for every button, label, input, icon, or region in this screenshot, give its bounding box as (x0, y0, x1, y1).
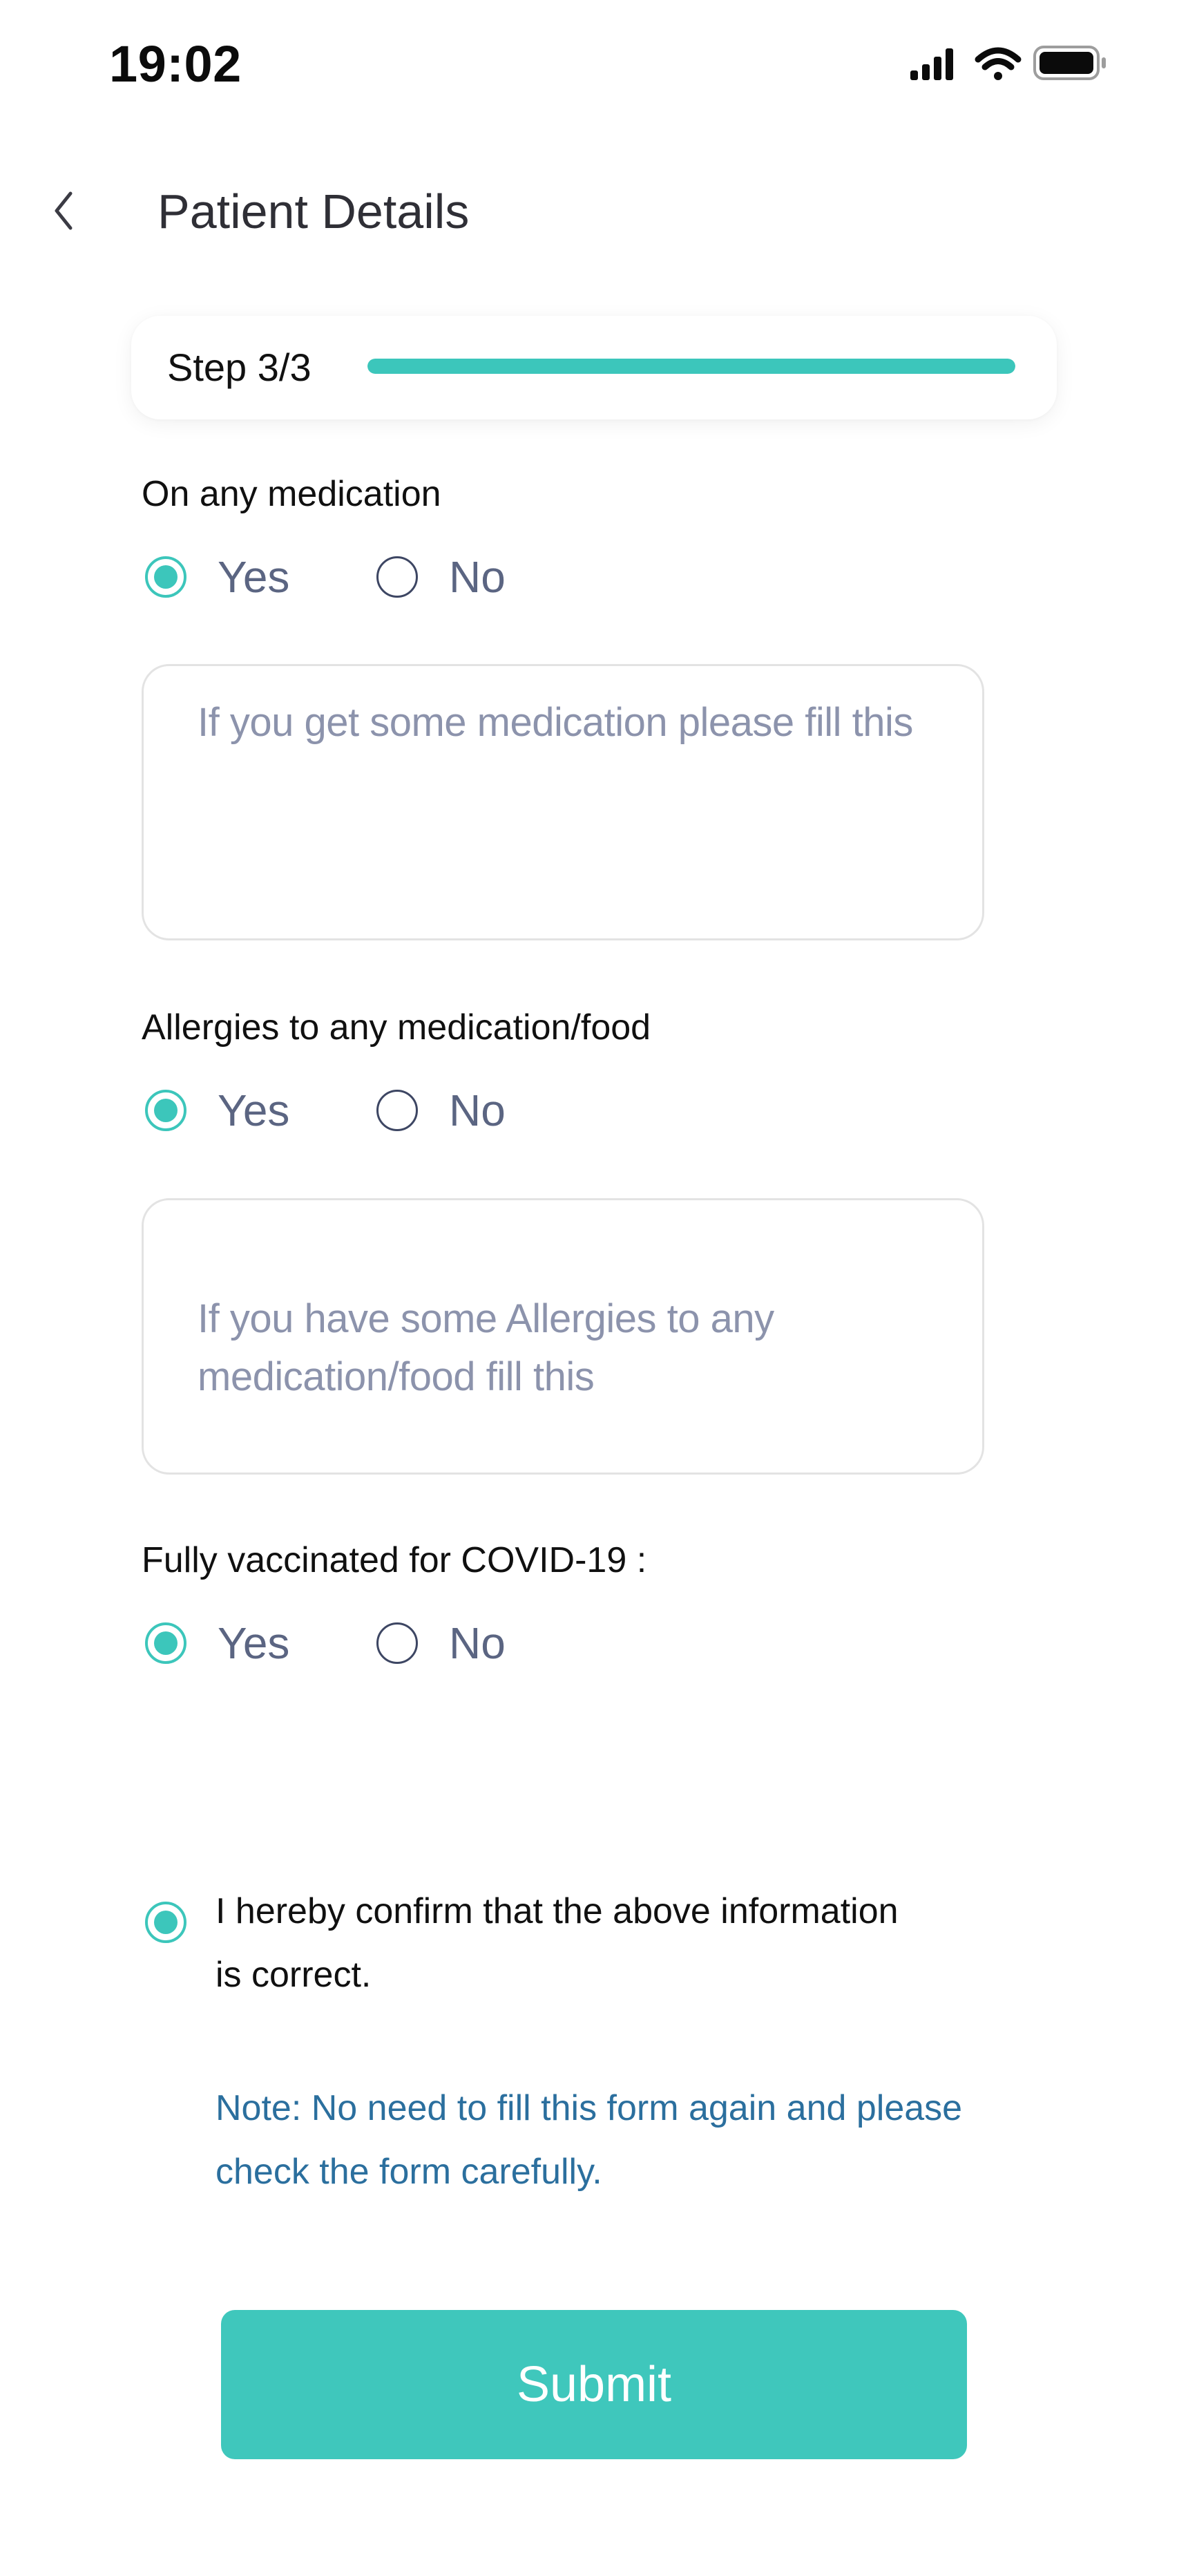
cellular-signal-icon (910, 48, 953, 80)
question-medication-label: On any medication (142, 474, 441, 514)
note-text-line1: Note: No need to fill this form again an… (215, 2088, 963, 2128)
step-progress-bar (367, 359, 1015, 374)
radio-label-no: No (449, 1618, 506, 1668)
note-text: Note: No need to fill this form again an… (215, 2076, 1044, 2204)
radio-label-yes: Yes (218, 1618, 290, 1668)
radio-unchecked-icon (376, 556, 418, 598)
status-time: 19:02 (109, 35, 242, 93)
status-icons (910, 43, 1118, 84)
allergies-yes-radio[interactable]: Yes (145, 1085, 289, 1136)
allergies-no-radio[interactable]: No (376, 1085, 506, 1136)
radio-checked-icon (145, 1090, 186, 1131)
allergies-placeholder: If you have some Allergies to any medica… (198, 1290, 774, 1406)
confirm-checkbox[interactable] (145, 1902, 218, 1943)
allergies-placeholder-line1: If you have some Allergies to any (198, 1296, 774, 1341)
radio-unchecked-icon (376, 1090, 418, 1131)
confirm-text-line2: is correct. (215, 1955, 372, 1995)
radio-label-no: No (449, 1086, 506, 1135)
medication-yes-radio[interactable]: Yes (145, 551, 289, 603)
radio-checked-icon (145, 1622, 186, 1664)
covid-yes-radio[interactable]: Yes (145, 1618, 289, 1669)
page-title: Patient Details (157, 184, 470, 238)
step-progress-fill (367, 359, 1015, 374)
wifi-icon (975, 47, 1022, 80)
step-progress-card: Step 3/3 (131, 316, 1057, 419)
back-button[interactable] (41, 180, 97, 242)
radio-label-yes: Yes (218, 552, 290, 602)
note-text-line2: check the form carefully. (215, 2152, 602, 2192)
covid-no-radio[interactable]: No (376, 1618, 506, 1669)
radio-unchecked-icon (376, 1622, 418, 1664)
medication-details-textarea[interactable]: If you get some medication please fill t… (142, 664, 984, 940)
step-label: Step 3/3 (167, 345, 312, 389)
radio-label-yes: Yes (218, 1086, 290, 1135)
medication-placeholder: If you get some medication please fill t… (198, 700, 913, 745)
confirm-text-line1: I hereby confirm that the above informat… (215, 1891, 899, 1931)
radio-checked-icon (145, 1902, 186, 1943)
submit-button[interactable]: Submit (221, 2310, 967, 2459)
chevron-left-icon (55, 191, 73, 230)
allergies-details-textarea[interactable]: If you have some Allergies to any medica… (142, 1198, 984, 1475)
submit-label: Submit (516, 2357, 672, 2412)
battery-icon (1033, 46, 1106, 80)
question-covid-label: Fully vaccinated for COVID-19 : (142, 1540, 647, 1580)
allergies-placeholder-line2: medication/food fill this (198, 1354, 595, 1399)
radio-checked-icon (145, 556, 186, 598)
question-allergies-label: Allergies to any medication/food (142, 1007, 651, 1048)
radio-label-no: No (449, 552, 506, 602)
medication-no-radio[interactable]: No (376, 551, 506, 603)
confirm-text: I hereby confirm that the above informat… (215, 1879, 1010, 2007)
